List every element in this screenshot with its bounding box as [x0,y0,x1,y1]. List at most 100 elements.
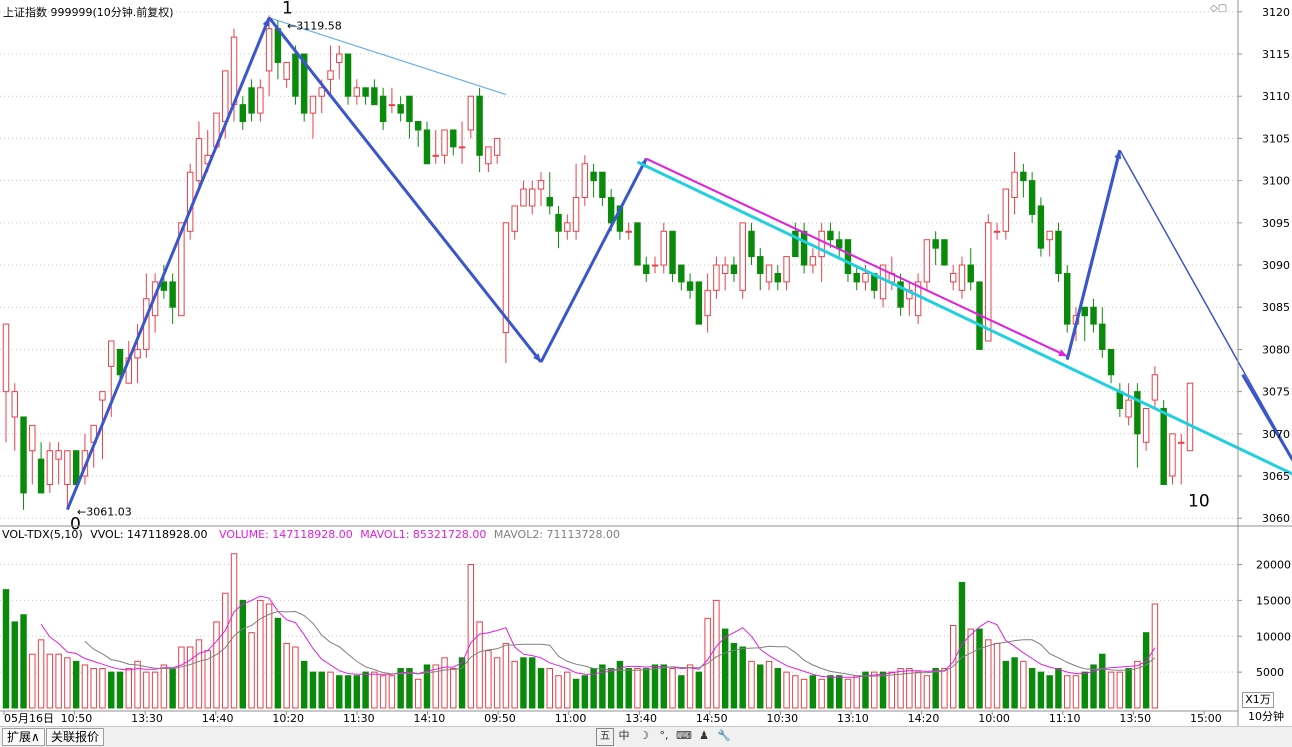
candle-up [783,256,790,283]
time-tick-label: 13:10 [837,712,869,725]
candle-down [1107,348,1115,376]
wrench-icon[interactable]: 🔧 [716,728,732,744]
time-tick-label: 14:10 [414,712,446,725]
volume-bar-down [318,671,325,709]
candle-up [862,272,869,283]
volume-bar-up [151,671,159,709]
volume-bar-up [485,650,492,709]
candle-up [134,348,141,359]
candle-up [64,450,71,485]
candle-up [1002,188,1010,232]
candle-down [827,230,834,241]
candle-up [1178,441,1185,444]
candle-down [37,458,45,494]
volume-bar-down [721,628,729,709]
volume-bar-up [1151,603,1159,709]
user-icon[interactable]: ♟ [696,728,712,744]
volume-bar-up [450,668,457,709]
volume-bar-down [353,675,361,709]
candle-down [20,416,27,494]
time-tick-label: 10:30 [766,712,798,725]
candle-up [222,70,229,123]
candle-down [1063,272,1071,325]
volume-bar-down [572,678,580,709]
price-volume-chart[interactable]: ←3061.03←3119.580110 3060306530703075308… [0,0,1292,726]
volume-bar-up [1116,671,1124,709]
candle-down [1028,180,1036,215]
volume-bar-up [292,646,299,709]
time-tick-label: 11:30 [343,712,375,725]
candle-up [581,163,589,199]
candle-up [353,87,361,97]
candle-down [941,239,948,266]
candle-down [800,230,808,266]
candle-up [1046,230,1053,241]
volume-bar-up [99,668,106,709]
volume-bar-down [520,657,527,709]
volume-bar-down [581,675,589,709]
volume-bar-up [1063,675,1071,709]
wave-down-2 [267,16,543,364]
candle-up [511,205,518,232]
candle-up [230,36,238,106]
price-tick-label: 3110 [1262,90,1290,103]
time-tick-label: 14:40 [202,712,234,725]
volume-bar-down [607,668,615,709]
five-icon[interactable]: 五 [596,728,614,746]
volume-unit-button[interactable]: X1万 [1242,692,1274,708]
volume-bar-down [362,671,369,709]
volume-bar-up [1107,671,1115,709]
candle-down [406,95,413,123]
candle-up [1186,382,1194,452]
moon-icon[interactable]: ☽ [636,728,652,744]
time-tick-label: 05月16日 [4,712,54,725]
candle-down [379,95,387,123]
candle-up [739,222,746,291]
time-tick-label: 14:50 [696,712,728,725]
candle-down [476,95,483,156]
magenta-trend [645,157,1068,358]
keyboard-icon[interactable]: ⌨ [676,728,692,744]
wave-up-1 [66,17,271,511]
price-tick-label: 3105 [1262,132,1290,145]
volume-bar-down [11,621,18,709]
price-tick-label: 3070 [1262,428,1290,441]
volume-bar-down [739,646,746,709]
volume-bar-up [888,671,896,709]
volume-bar-down [695,671,703,709]
candle-down [371,87,378,106]
tab-expand[interactable]: 扩展∧ [2,728,45,746]
volume-bar-down [774,668,782,709]
volume-bar-down [1055,668,1062,709]
candle-down [1160,408,1167,485]
candle-down [932,239,939,249]
candle-down [1055,230,1062,274]
candle-up [993,230,1001,233]
volume-bar-up [993,642,1001,709]
volume-bar-down [300,660,308,709]
price-tick-label: 3100 [1262,175,1290,188]
chinese-input-icon[interactable]: 中 [616,728,632,744]
wave-label-1: 1 [282,0,293,18]
volume-bar-down [1125,668,1132,709]
volume-bar-up [985,639,992,709]
tab-related-quotes[interactable]: 关联报价 [46,728,105,746]
candle-up [1169,433,1176,477]
candle-down [695,281,703,325]
candle-down [239,104,247,123]
volume-bar-up [195,639,203,709]
candle-down [757,256,764,274]
candle-up [99,391,106,401]
period-label[interactable]: 10分钟 [1242,710,1290,724]
punctuation-icon[interactable]: °, [656,728,672,744]
candle-up [11,391,18,418]
candle-down [1081,306,1088,317]
candle-up [283,61,290,80]
volume-bar-up [783,671,790,709]
volume-bar-down [169,668,176,709]
volume-bar-down [406,668,413,709]
candle-down [835,239,843,249]
candle-down [967,264,974,283]
candle-down [599,171,606,199]
candle-down [1020,171,1027,182]
